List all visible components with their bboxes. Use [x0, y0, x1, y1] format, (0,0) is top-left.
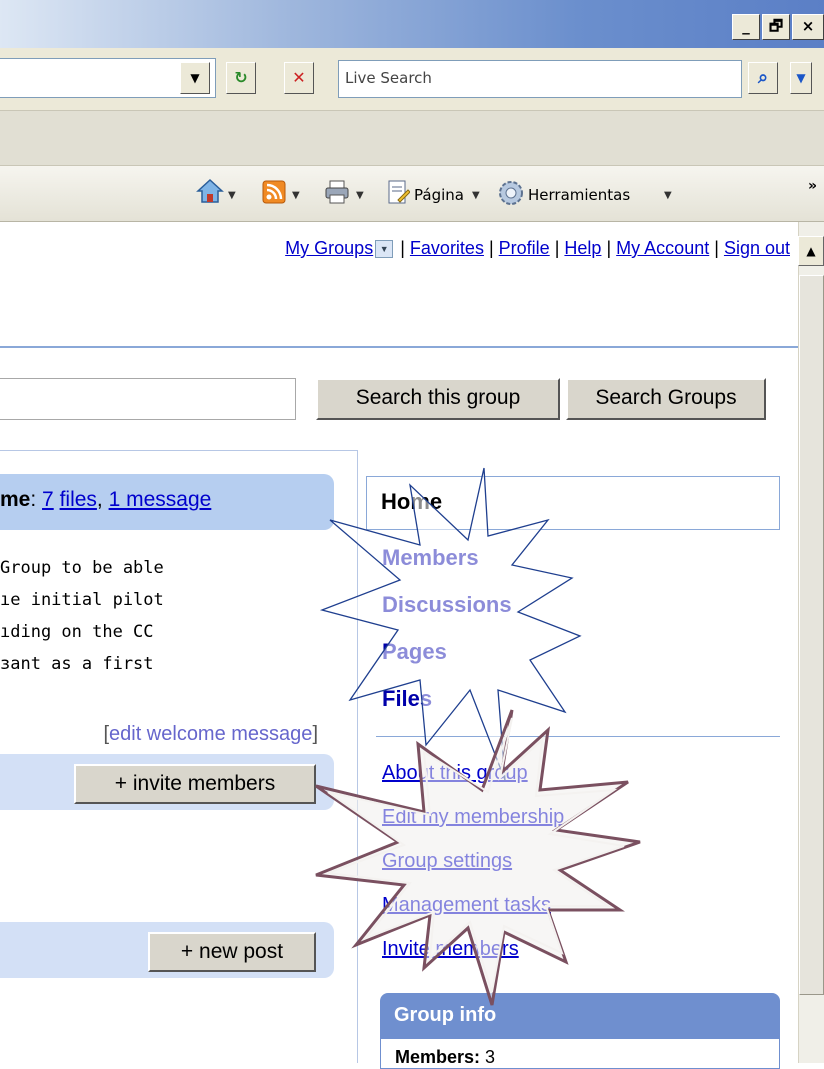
nav-discussions[interactable]: Discussions: [382, 592, 512, 618]
home-icon[interactable]: [196, 178, 224, 204]
welcome-text-line: ɜant as a first: [0, 654, 154, 674]
separator: |: [714, 238, 719, 258]
group-info-header: Group info: [380, 993, 780, 1039]
groups-dropdown-icon[interactable]: ▼: [375, 240, 394, 259]
welcome-text-line: ıding on the CC: [0, 622, 154, 642]
members-count: 3: [485, 1047, 496, 1067]
search-icon[interactable]: ⌕: [748, 62, 778, 94]
close-button[interactable]: ×: [792, 14, 824, 40]
messages-link[interactable]: 1 message: [109, 488, 212, 511]
scrollbar-thumb[interactable]: [799, 275, 824, 995]
group-settings-link[interactable]: Group settings: [382, 850, 512, 873]
favorites-bar: [0, 110, 824, 166]
page-dropdown-icon[interactable]: ▼: [472, 190, 480, 201]
comma: ,: [96, 488, 109, 511]
profile-link[interactable]: Profile: [499, 238, 550, 258]
page-icon[interactable]: [386, 180, 410, 206]
nav-home[interactable]: Home: [366, 476, 780, 530]
edit-membership-link[interactable]: Edit my membership: [382, 806, 564, 829]
separator: |: [606, 238, 612, 258]
feeds-dropdown-icon[interactable]: ▼: [292, 190, 300, 201]
new-post-button[interactable]: + new post: [148, 932, 316, 972]
search-groups-button[interactable]: Search Groups: [566, 378, 766, 420]
command-bar: [0, 166, 824, 222]
search-this-group-button[interactable]: Search this group: [316, 378, 560, 420]
sign-out-link[interactable]: Sign out: [724, 238, 790, 258]
members-label: Members:: [395, 1047, 481, 1067]
group-info-body: Members: 3: [380, 1039, 780, 1069]
header-divider: [0, 346, 798, 348]
welcome-title: me: [0, 488, 31, 511]
edit-welcome-wrapper: [edit welcome message]: [103, 723, 318, 745]
group-search-input[interactable]: [0, 378, 296, 420]
print-dropdown-icon[interactable]: ▼: [356, 190, 364, 201]
tools-menu-label[interactable]: Herramientas: [528, 186, 630, 204]
my-groups-link[interactable]: My Groups: [285, 238, 373, 258]
nav-files[interactable]: Files: [382, 686, 432, 712]
scroll-up-arrow-icon[interactable]: ▲: [798, 236, 824, 266]
print-icon[interactable]: [324, 180, 350, 204]
welcome-text-line: Group to be able: [0, 558, 164, 578]
my-account-link[interactable]: My Account: [616, 238, 709, 258]
nav-members[interactable]: Members: [382, 545, 479, 571]
separator: |: [400, 238, 405, 258]
welcome-header: me: 7 files, 1 message: [0, 474, 334, 530]
files-count-link[interactable]: 7: [42, 488, 54, 511]
more-commands-icon[interactable]: »: [808, 178, 817, 194]
edit-welcome-link[interactable]: edit welcome message: [109, 723, 312, 745]
gear-icon[interactable]: [498, 180, 524, 206]
about-group-link[interactable]: About this group: [382, 762, 528, 785]
live-search-input[interactable]: Live Search: [338, 60, 742, 98]
address-dropdown-icon[interactable]: ▼: [180, 62, 210, 94]
stop-icon[interactable]: ✕: [284, 62, 314, 94]
feeds-icon[interactable]: [262, 180, 286, 204]
title-bar: [0, 0, 824, 48]
page-menu-label[interactable]: Página: [414, 186, 464, 204]
separator: |: [488, 238, 494, 258]
nav-pages[interactable]: Pages: [382, 639, 447, 665]
top-navigation: My Groups ▼ | Favorites | Profile | Help …: [0, 238, 790, 259]
tools-dropdown-icon[interactable]: ▼: [664, 190, 672, 201]
favorites-link[interactable]: Favorites: [410, 238, 484, 258]
files-link[interactable]: files: [60, 488, 97, 511]
refresh-icon[interactable]: ↻: [226, 62, 256, 94]
management-tasks-link[interactable]: Management tasks: [382, 894, 551, 917]
search-options-icon[interactable]: ▼: [790, 62, 812, 94]
invite-members-button[interactable]: + invite members: [74, 764, 316, 804]
welcome-text-line: ıe initial pilot: [0, 590, 164, 610]
invite-members-link[interactable]: Invite members: [382, 938, 519, 961]
minimize-button[interactable]: _: [732, 14, 760, 40]
nav-divider: [376, 736, 780, 737]
help-link[interactable]: Help: [564, 238, 601, 258]
home-dropdown-icon[interactable]: ▼: [228, 190, 236, 201]
restore-button[interactable]: 🗗: [762, 14, 790, 40]
separator: |: [554, 238, 560, 258]
